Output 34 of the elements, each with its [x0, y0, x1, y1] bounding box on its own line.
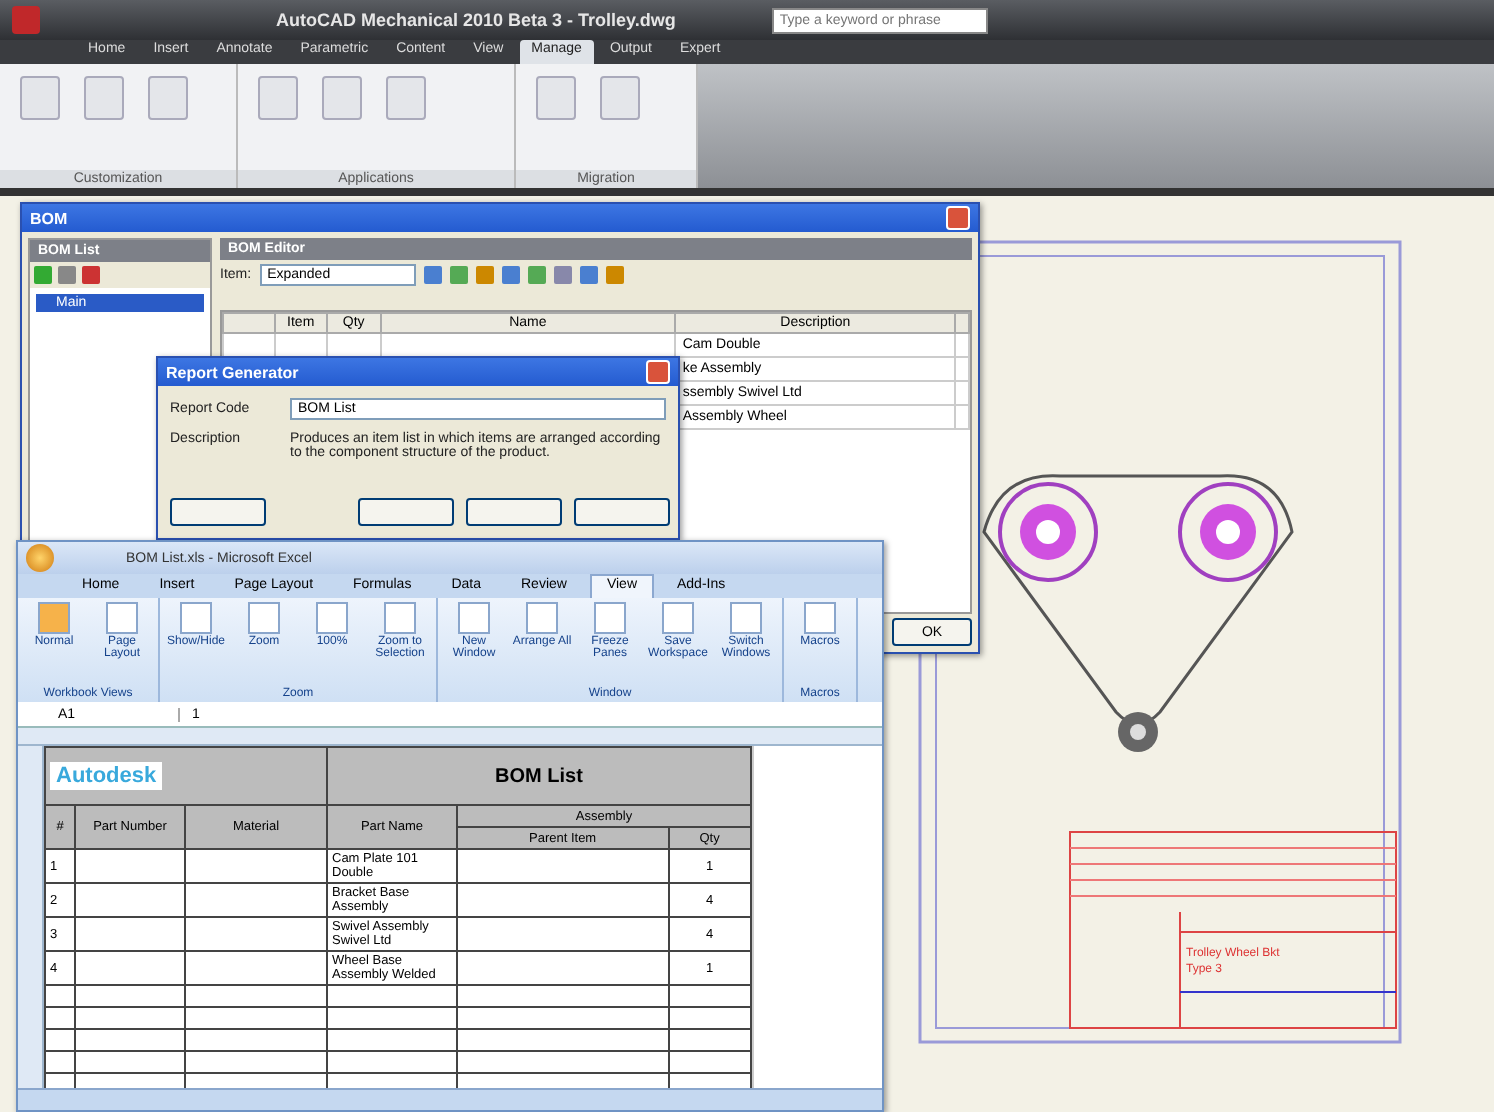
tool-icon[interactable] — [58, 266, 76, 284]
ribbon-icon — [662, 602, 694, 634]
ribbon-tool-icon[interactable] — [148, 76, 188, 120]
ribbon-icon — [384, 602, 416, 634]
sheet-title: BOM List — [495, 765, 583, 787]
close-icon[interactable] — [646, 360, 670, 384]
ribbon-tool-icon[interactable] — [84, 76, 124, 120]
office-button-icon[interactable] — [26, 544, 54, 572]
ribbon-icon — [106, 602, 138, 634]
ribbon-tool-icon[interactable] — [258, 76, 298, 120]
ribbon-tool-icon[interactable] — [536, 76, 576, 120]
ribbon-icon — [730, 602, 762, 634]
ribbon-icon — [180, 602, 212, 634]
dialog-title: Report Generator — [166, 363, 299, 381]
app-title: AutoCAD Mechanical 2010 Beta 3 - Trolley.dwg — [276, 10, 676, 30]
ribbon-icon — [458, 602, 490, 634]
ribbon-icon — [804, 602, 836, 634]
dialog-button[interactable] — [574, 498, 670, 526]
ribbon-icon — [248, 602, 280, 634]
brand-logo: Autodesk — [50, 762, 163, 790]
ribbon-tool-icon[interactable] — [600, 76, 640, 120]
ribbon-icon — [316, 602, 348, 634]
dialog-button[interactable] — [358, 498, 454, 526]
app-logo[interactable] — [12, 6, 40, 34]
close-icon[interactable] — [946, 206, 970, 230]
ribbon-tool-icon[interactable] — [386, 76, 426, 120]
window-title: BOM — [30, 209, 68, 227]
ribbon-icon — [38, 602, 70, 634]
dialog-button[interactable] — [170, 498, 266, 526]
ribbon-tool-icon[interactable] — [20, 76, 60, 120]
ribbon-icon — [526, 602, 558, 634]
dialog-button[interactable] — [466, 498, 562, 526]
ribbon-tool-icon[interactable] — [322, 76, 362, 120]
ribbon-icon — [594, 602, 626, 634]
